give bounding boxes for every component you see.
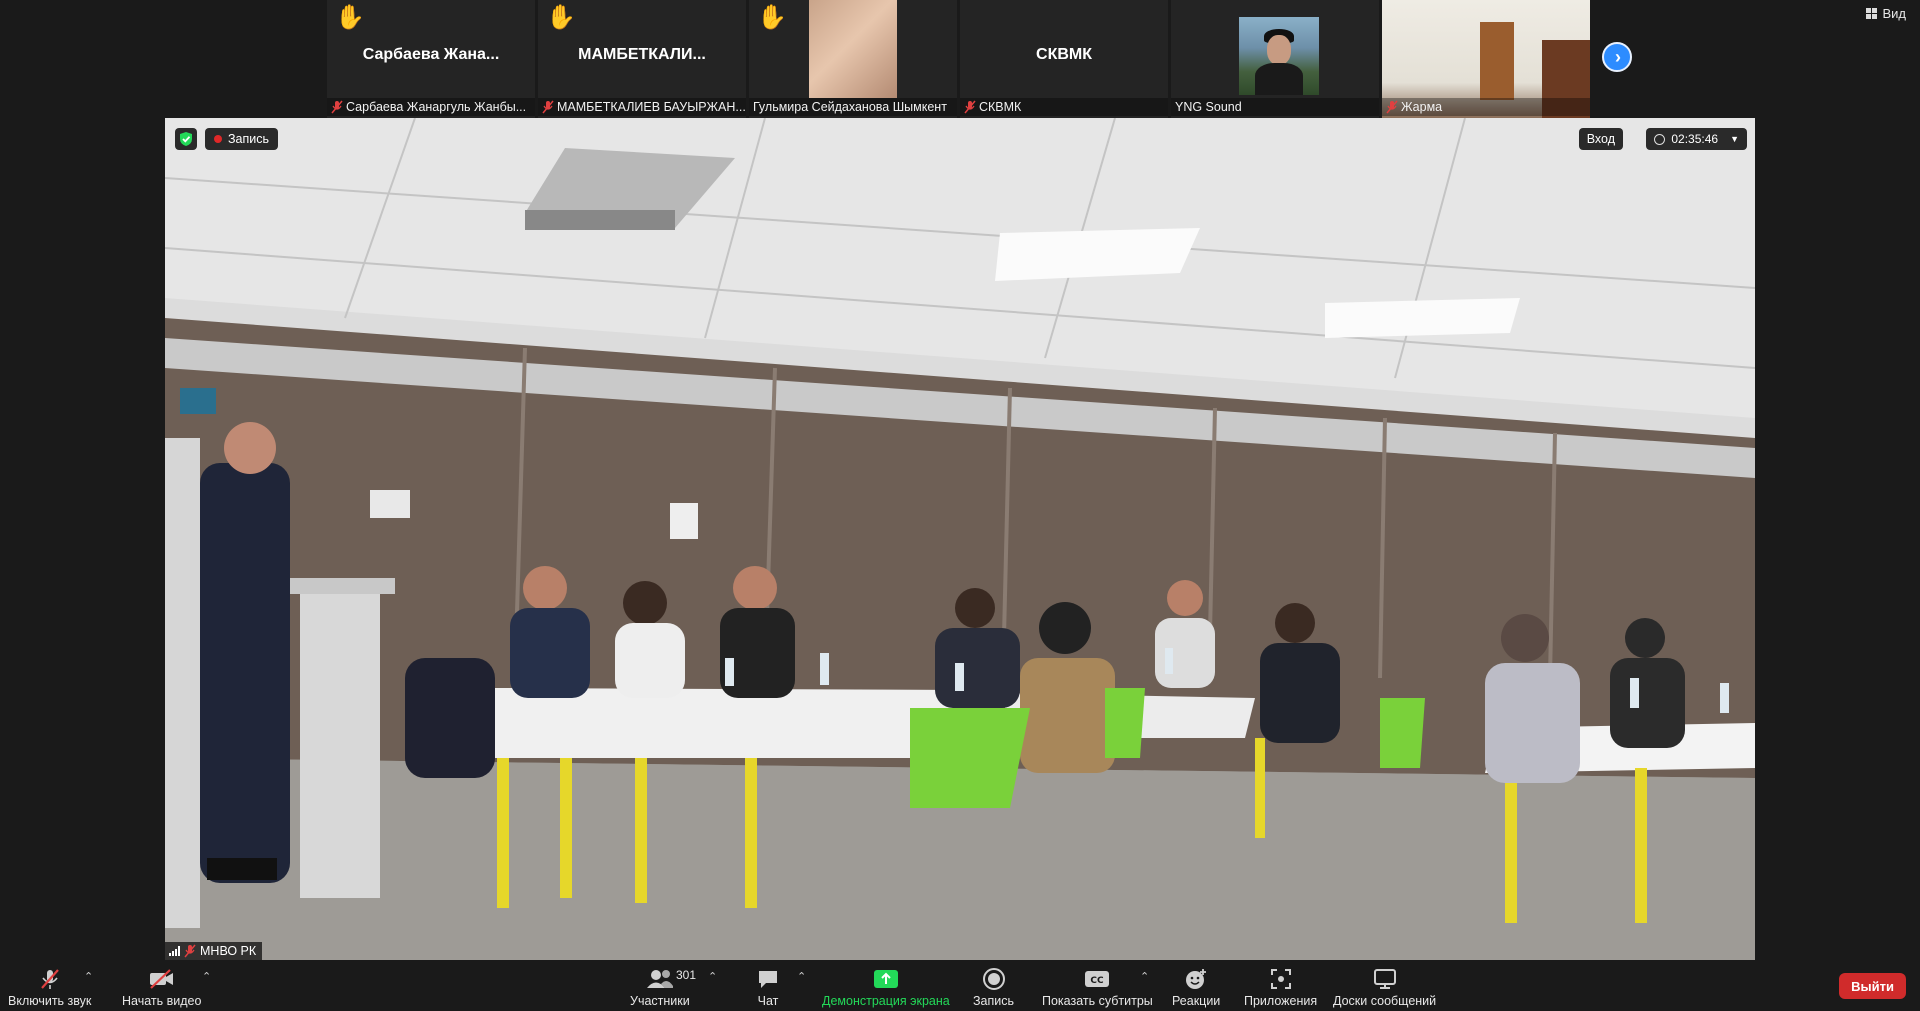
participant-caption: Гульмира Сейдаханова Шымкент bbox=[749, 98, 957, 116]
mic-muted-icon bbox=[184, 944, 196, 958]
raised-hand-icon: ✋ bbox=[546, 4, 576, 31]
smiley-icon bbox=[1184, 966, 1208, 992]
participant-caption: МАМБЕТКАЛИЕВ БАУЫРЖАН... bbox=[538, 98, 746, 116]
participant-tile[interactable]: YNG Sound bbox=[1171, 0, 1379, 118]
video-off-icon bbox=[148, 966, 176, 992]
view-button[interactable]: Вид bbox=[1866, 6, 1906, 21]
chevron-down-icon: ▼ bbox=[1730, 134, 1739, 144]
show-captions-button[interactable]: CC Показать субтитры bbox=[1042, 960, 1153, 1011]
record-icon bbox=[982, 966, 1006, 992]
meeting-timer[interactable]: 02:35:46 ▼ bbox=[1646, 128, 1747, 150]
captions-options-chevron-icon[interactable]: ⌃ bbox=[1140, 970, 1149, 983]
raised-hand-icon: ✋ bbox=[335, 4, 365, 31]
clock-icon bbox=[1654, 133, 1666, 145]
video-options-chevron-icon[interactable]: ⌃ bbox=[202, 970, 211, 983]
speaker-name-tag: МНВО РК bbox=[165, 942, 263, 960]
reactions-label: Реакции bbox=[1172, 994, 1221, 1008]
mic-muted-icon bbox=[1386, 100, 1398, 114]
reactions-button[interactable]: Реакции bbox=[1172, 960, 1220, 1011]
leave-meeting-button[interactable]: Выйти bbox=[1839, 973, 1906, 999]
record-label: Запись bbox=[973, 994, 1015, 1008]
start-video-button[interactable]: Начать видео bbox=[122, 960, 201, 1011]
encryption-shield-icon[interactable] bbox=[175, 128, 197, 150]
mic-muted-icon bbox=[38, 966, 62, 992]
recording-dot-icon bbox=[214, 135, 222, 143]
show-captions-label: Показать субтитры bbox=[1042, 994, 1153, 1008]
main-speaker-video: Запись Вход 02:35:46 ▼ МНВО РК bbox=[165, 118, 1755, 960]
participant-display-name: СКВМК bbox=[1036, 46, 1092, 63]
share-screen-button[interactable]: Демонстрация экрана bbox=[822, 960, 950, 1011]
enter-label: Вход bbox=[1586, 132, 1615, 146]
meeting-toolbar: Включить звук ⌃ Начать видео ⌃ Участники… bbox=[0, 960, 1920, 1011]
participant-caption: СКВМК bbox=[960, 98, 1168, 116]
mic-muted-icon bbox=[964, 100, 976, 114]
chat-label: Чат bbox=[757, 994, 779, 1008]
signal-strength-icon bbox=[169, 946, 180, 956]
view-label: Вид bbox=[1882, 6, 1906, 21]
participant-tile[interactable]: СКВМК СКВМК bbox=[960, 0, 1168, 118]
raised-hand-icon: ✋ bbox=[757, 4, 787, 31]
apps-label: Приложения bbox=[1244, 994, 1318, 1008]
participants-icon bbox=[645, 966, 675, 992]
next-page-button[interactable]: › bbox=[1602, 42, 1632, 72]
participant-name: СКВМК bbox=[979, 100, 1022, 114]
participant-name: МАМБЕТКАЛИЕВ БАУЫРЖАН... bbox=[557, 100, 746, 114]
grid-view-icon bbox=[1866, 8, 1878, 19]
participant-avatar bbox=[1239, 17, 1319, 95]
share-screen-label: Демонстрация экрана bbox=[822, 994, 950, 1008]
timer-value: 02:35:46 bbox=[1671, 132, 1719, 146]
unmute-label: Включить звук bbox=[8, 994, 92, 1008]
participant-tile[interactable]: ✋ Гульмира Сейдаханова Шымкент bbox=[749, 0, 957, 118]
chat-button[interactable]: Чат bbox=[756, 960, 780, 1011]
leave-label: Выйти bbox=[1851, 978, 1894, 994]
conference-room-scene bbox=[165, 118, 1755, 960]
share-screen-icon bbox=[873, 966, 899, 992]
apps-button[interactable]: Приложения bbox=[1244, 960, 1317, 1011]
audio-options-chevron-icon[interactable]: ⌃ bbox=[84, 970, 93, 983]
participant-name: Гульмира Сейдаханова Шымкент bbox=[753, 100, 947, 114]
participant-caption: YNG Sound bbox=[1171, 98, 1379, 116]
participant-tile[interactable]: ✋ МАМБЕТКАЛИ... МАМБЕТКАЛИЕВ БАУЫРЖАН... bbox=[538, 0, 746, 118]
svg-text:CC: CC bbox=[1091, 976, 1105, 986]
participant-display-name: МАМБЕТКАЛИ... bbox=[578, 46, 706, 63]
mic-muted-icon bbox=[542, 100, 554, 114]
participant-caption: Сарбаева Жанаргуль Жанбы... bbox=[327, 98, 535, 116]
participants-options-chevron-icon[interactable]: ⌃ bbox=[708, 970, 717, 983]
participant-strip: ✋ Сарбаева Жана... Сарбаева Жанаргуль Жа… bbox=[0, 0, 1920, 118]
participants-label: Участники bbox=[630, 994, 690, 1008]
unmute-button[interactable]: Включить звук bbox=[8, 960, 91, 1011]
participants-count: 301 bbox=[676, 968, 697, 982]
participant-name: Сарбаева Жанаргуль Жанбы... bbox=[346, 100, 527, 114]
participant-tile[interactable]: Жарма bbox=[1382, 0, 1590, 118]
recording-indicator[interactable]: Запись bbox=[205, 128, 279, 150]
whiteboard-icon bbox=[1373, 966, 1397, 992]
chat-options-chevron-icon[interactable]: ⌃ bbox=[797, 970, 806, 983]
participant-caption: Жарма bbox=[1382, 98, 1590, 116]
chat-bubble-icon bbox=[756, 966, 780, 992]
participant-name: Жарма bbox=[1401, 100, 1443, 114]
chevron-right-icon: › bbox=[1615, 47, 1621, 67]
start-video-label: Начать видео bbox=[122, 994, 202, 1008]
enter-button[interactable]: Вход bbox=[1578, 128, 1623, 150]
participant-display-name: Сарбаева Жана... bbox=[362, 46, 500, 63]
participant-name: YNG Sound bbox=[1175, 100, 1242, 114]
apps-icon bbox=[1270, 966, 1292, 992]
whiteboards-button[interactable]: Доски сообщений bbox=[1333, 960, 1436, 1011]
record-button[interactable]: Запись bbox=[973, 960, 1014, 1011]
mic-muted-icon bbox=[331, 100, 343, 114]
participant-tile[interactable]: ✋ Сарбаева Жана... Сарбаева Жанаргуль Жа… bbox=[327, 0, 535, 118]
recording-label: Запись bbox=[228, 132, 270, 146]
speaker-name: МНВО РК bbox=[200, 944, 257, 958]
participant-video-thumbnail bbox=[809, 0, 897, 98]
closed-captions-icon: CC bbox=[1084, 966, 1110, 992]
whiteboards-label: Доски сообщений bbox=[1333, 994, 1437, 1008]
